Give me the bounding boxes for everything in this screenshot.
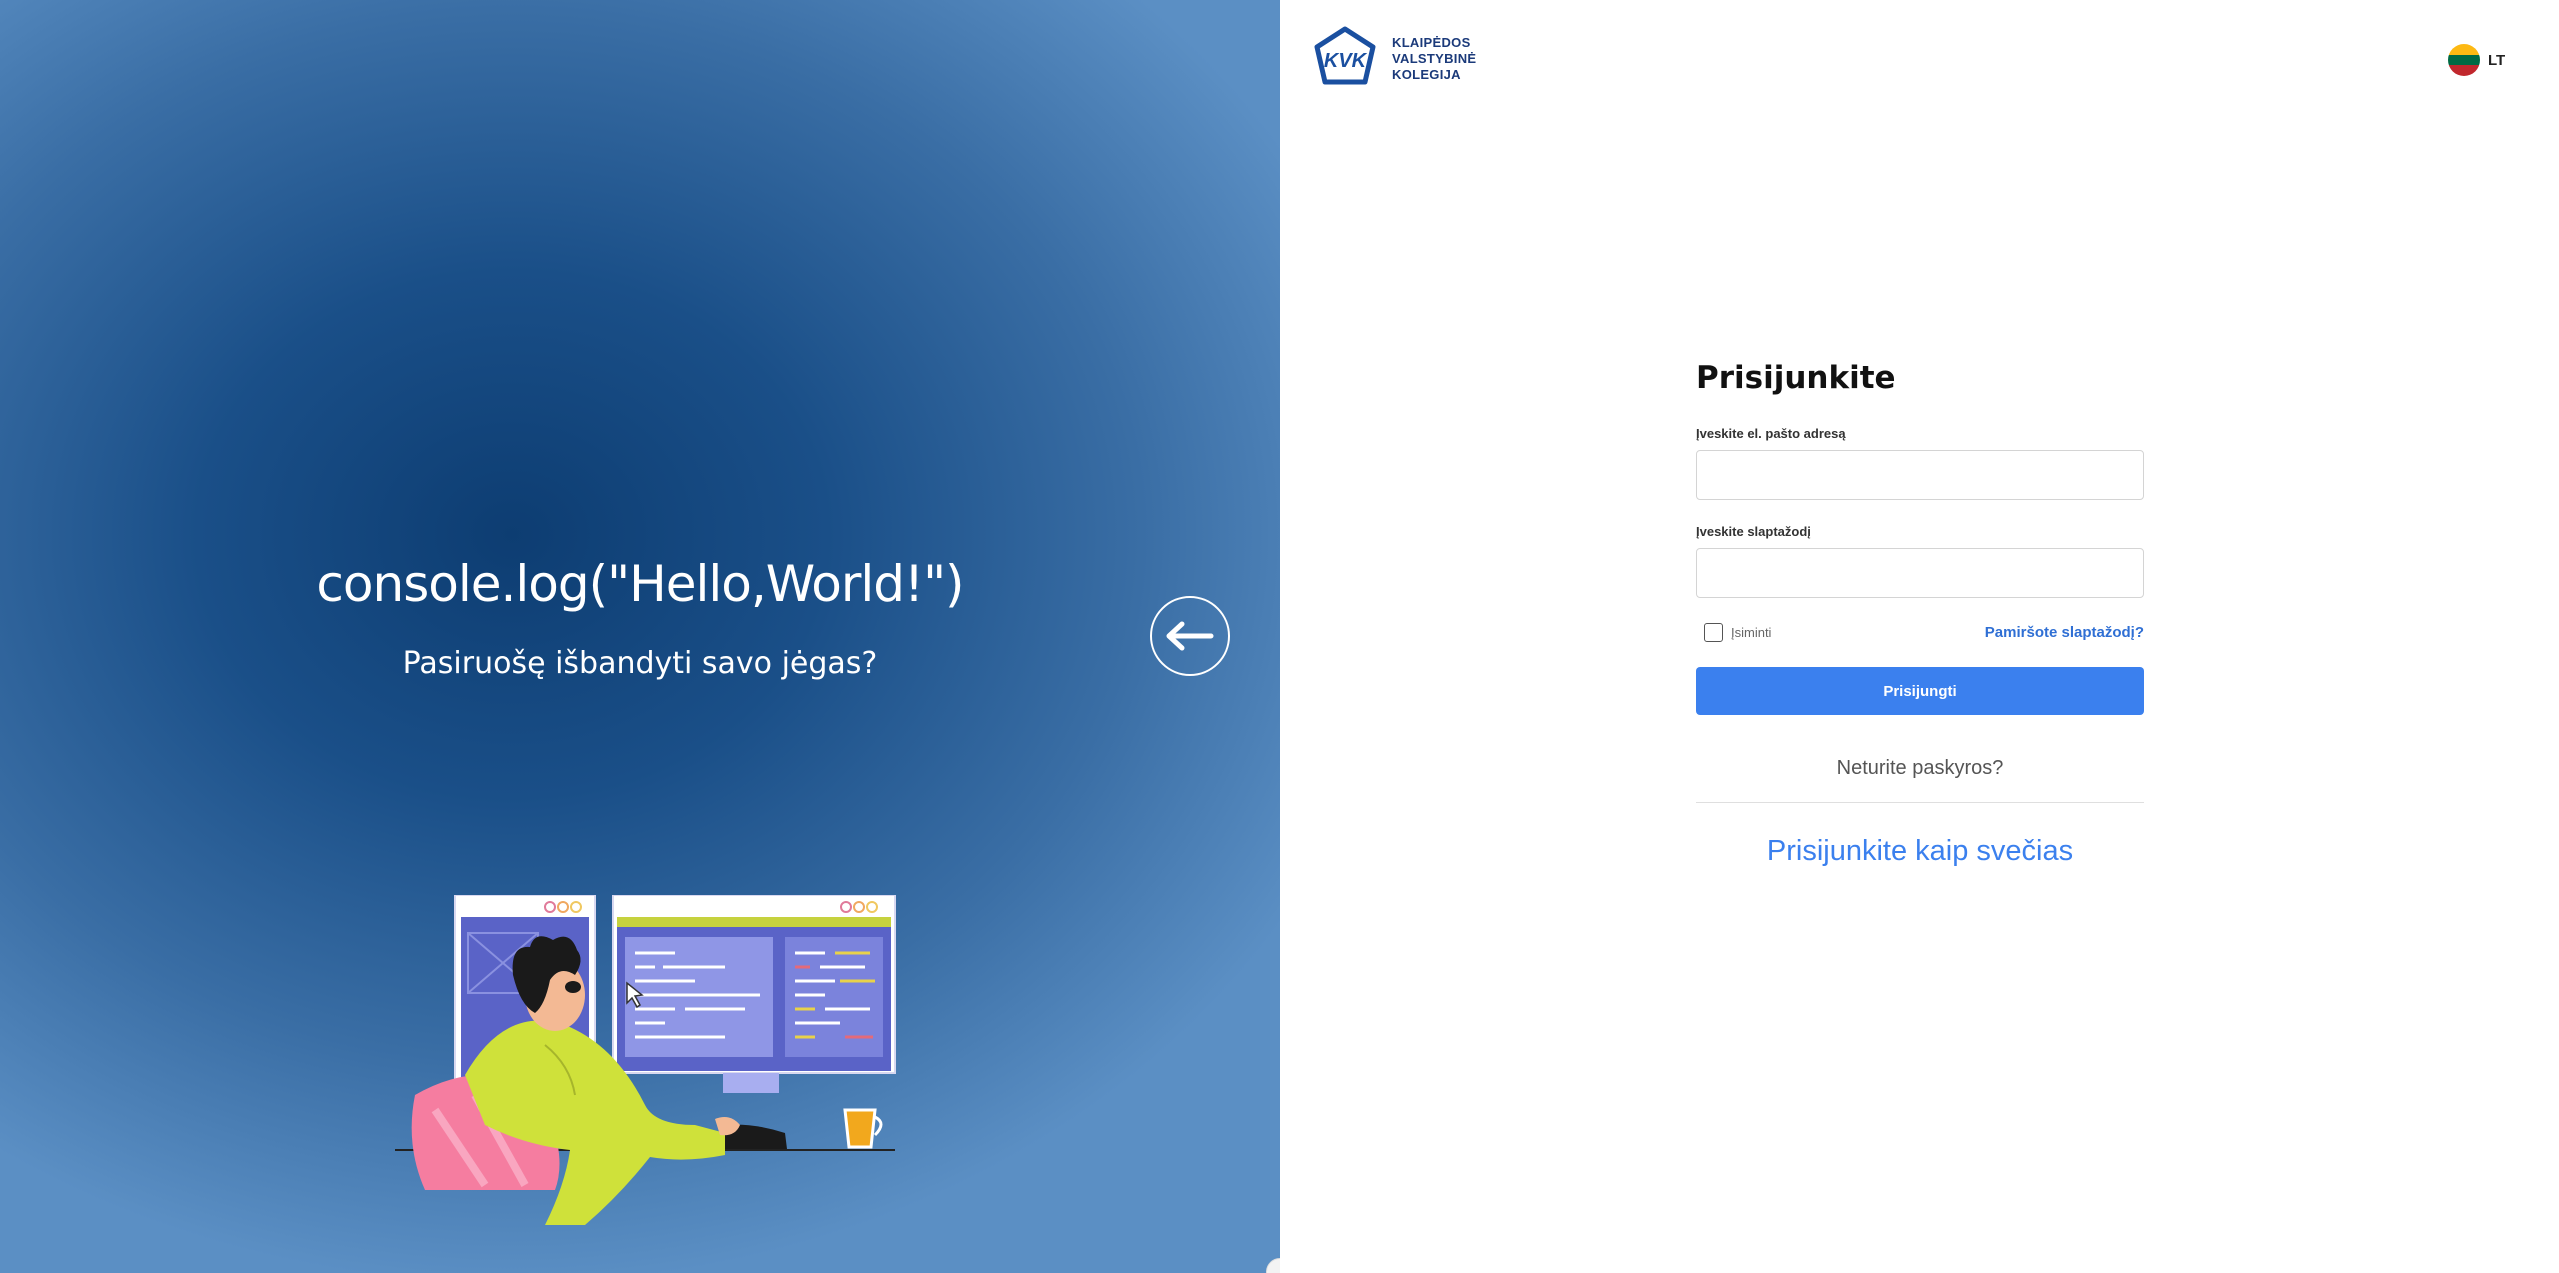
login-title: Prisijunkite	[1696, 360, 1896, 396]
arrow-left-icon	[1166, 621, 1214, 651]
password-label: Įveskite slaptažodį	[1696, 524, 1811, 539]
logo-line-2: VALSTYBINĖ	[1392, 51, 1477, 66]
email-label: Įveskite el. pašto adresą	[1696, 426, 1846, 441]
password-input[interactable]	[1696, 548, 2144, 598]
corner-badge-icon	[1266, 1258, 1280, 1273]
college-logo[interactable]: KVK KLAIPĖDOS VALSTYBINĖ KOLEGIJA	[1312, 26, 1476, 92]
login-form: Prisijunkite Įveskite el. pašto adresą Į…	[1696, 360, 2144, 868]
kvk-logo-icon: KVK	[1314, 26, 1376, 85]
logo-line-3: KOLEGIJA	[1392, 67, 1461, 82]
login-button[interactable]: Prisijungti	[1696, 667, 2144, 715]
language-code: LT	[2488, 51, 2506, 69]
svg-text:KVK: KVK	[1324, 50, 1368, 72]
remember-label: Įsiminti	[1731, 625, 1772, 640]
email-input[interactable]	[1696, 450, 2144, 500]
remember-checkbox[interactable]	[1704, 623, 1723, 642]
logo-line-1: KLAIPĖDOS	[1392, 35, 1471, 50]
remember-me[interactable]: Įsiminti	[1696, 623, 1771, 642]
lithuania-flag-icon	[2448, 44, 2480, 76]
guest-login-link[interactable]: Prisijunkite kaip svečias	[1696, 835, 2144, 868]
back-button[interactable]	[1150, 596, 1230, 676]
language-switcher[interactable]: LT	[2448, 44, 2505, 76]
hero-title: console.log("Hello,World!")	[316, 555, 964, 613]
hero-subtitle: Pasiruošę išbandyti savo jėgas?	[402, 646, 878, 681]
hero-panel: console.log("Hello,World!") Pasiruošę iš…	[0, 0, 1280, 1273]
forgot-password-link[interactable]: Pamiršote slaptažodį?	[1985, 624, 2144, 641]
login-panel: KVK KLAIPĖDOS VALSTYBINĖ KOLEGIJA LT Pri…	[1280, 0, 2559, 1273]
options-row: Įsiminti Pamiršote slaptažodį?	[1696, 623, 2144, 642]
coding-person-illustration	[395, 895, 896, 1225]
divider	[1696, 802, 2144, 803]
no-account-link[interactable]: Neturite paskyros?	[1696, 757, 2144, 780]
